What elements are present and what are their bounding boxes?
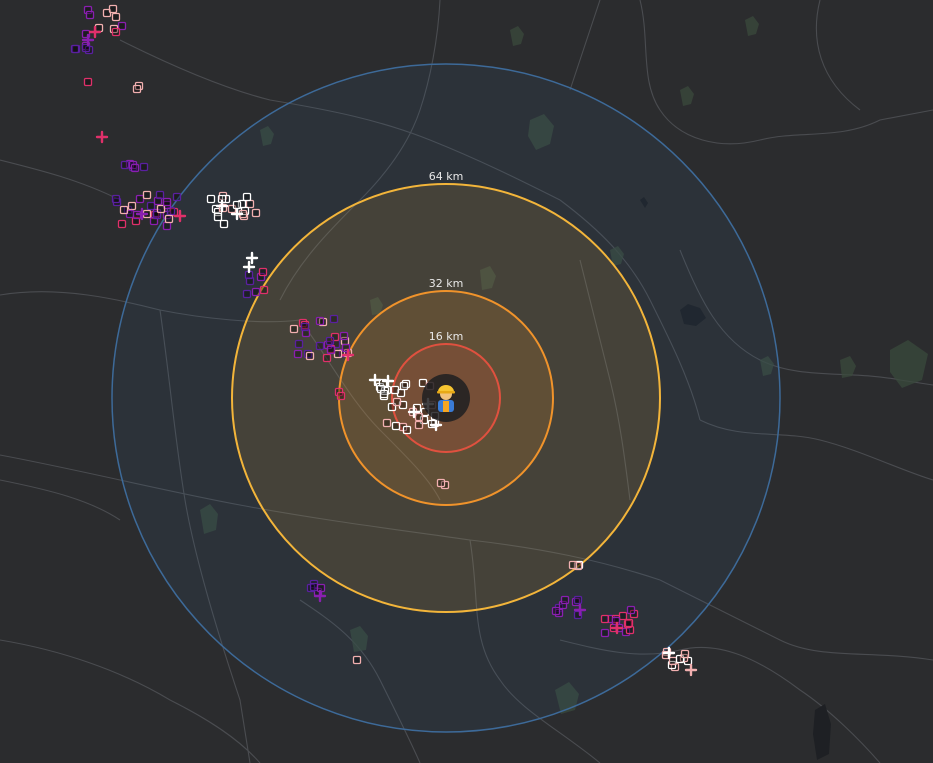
lightning-strike-marker [156, 204, 166, 214]
lightning-strike-marker [142, 190, 152, 200]
lightning-strike-marker [399, 381, 409, 391]
lightning-strike-marker [70, 44, 80, 54]
lightning-strike-marker [436, 478, 446, 488]
lightning-strike-marker [162, 221, 172, 231]
cloud-to-ground-strike-marker [684, 663, 698, 677]
water-body [813, 704, 831, 760]
range-ring-label: 64 km [429, 170, 464, 183]
lightning-strike-marker [119, 205, 129, 215]
lightning-strike-marker [242, 289, 252, 299]
map-canvas[interactable]: 16 km 32 km 64 km [0, 0, 933, 763]
road-line [0, 159, 121, 201]
road-line [569, 0, 601, 91]
vegetation-patch [510, 26, 524, 46]
lightning-strike-marker [315, 341, 325, 351]
lightning-strike-marker [402, 425, 412, 435]
lightning-strike-marker [164, 214, 174, 224]
user-location-marker[interactable] [422, 374, 470, 422]
lightning-strike-marker [242, 192, 252, 202]
lightning-strike-marker [289, 324, 299, 334]
lightning-strike-marker [206, 194, 216, 204]
lightning-strike-marker [329, 314, 339, 324]
lightning-strike-marker [600, 614, 610, 624]
lightning-strike-marker [418, 378, 428, 388]
lightning-strike-marker [120, 160, 130, 170]
road-line [639, 0, 761, 145]
road-line [759, 109, 933, 141]
lightning-strike-marker [568, 560, 578, 570]
lightning-strike-marker [135, 194, 145, 204]
lightning-strike-marker [111, 194, 121, 204]
lightning-strike-marker [132, 84, 142, 94]
lightning-strike-marker [336, 391, 346, 401]
road-line [0, 639, 261, 763]
lightning-strike-marker [560, 595, 570, 605]
cloud-to-ground-strike-marker [95, 130, 109, 144]
lightning-strike-marker [213, 212, 223, 222]
lightning-strike-marker [293, 349, 303, 359]
vegetation-patch [680, 86, 694, 106]
lightning-strike-marker [251, 287, 261, 297]
lightning-strike-marker [258, 267, 268, 277]
range-ring-label: 32 km [429, 277, 464, 290]
lightning-strike-marker [414, 420, 424, 430]
lightning-strike-marker [382, 418, 392, 428]
lightning-strike-marker [162, 197, 172, 207]
lightning-strike-marker [305, 351, 315, 361]
lightning-strike-marker [573, 595, 583, 605]
vegetation-patch [890, 340, 928, 388]
road-line [815, 0, 861, 111]
lightning-strike-marker [127, 201, 137, 211]
lightning-map[interactable]: 16 km 32 km 64 km [0, 0, 933, 763]
lightning-strike-marker [146, 201, 156, 211]
road-line [0, 479, 121, 521]
lightning-strike-marker [414, 412, 424, 422]
lightning-strike-marker [219, 219, 229, 229]
lightning-strike-marker [108, 4, 118, 14]
lightning-strike-marker [232, 200, 242, 210]
lightning-strike-marker [309, 582, 319, 592]
lightning-strike-marker [626, 605, 636, 615]
lightning-strike-marker [130, 163, 140, 173]
lightning-strike-marker [83, 77, 93, 87]
lightning-strike-marker [325, 336, 335, 346]
lightning-strike-marker [600, 628, 610, 638]
lightning-strike-marker [333, 349, 343, 359]
lightning-strike-marker [618, 611, 628, 621]
lightning-strike-marker [139, 162, 149, 172]
lightning-strike-marker [117, 219, 127, 229]
lightning-strike-marker [668, 656, 678, 666]
lightning-strike-marker [111, 12, 121, 22]
lightning-strike-marker [259, 285, 269, 295]
lightning-strike-marker [322, 353, 332, 363]
lightning-strike-marker [326, 345, 336, 355]
lightning-strike-marker [85, 10, 95, 20]
lightning-strike-marker [300, 322, 310, 332]
lightning-strike-marker [315, 316, 325, 326]
vegetation-patch [745, 16, 759, 36]
lightning-strike-marker [94, 23, 104, 33]
lightning-strike-marker [391, 421, 401, 431]
lightning-strike-marker [251, 208, 261, 218]
lightning-strike-marker [155, 190, 165, 200]
lightning-strike-marker [392, 397, 402, 407]
lightning-strike-marker [352, 655, 362, 665]
lightning-strike-marker [172, 192, 182, 202]
lightning-strike-marker [379, 389, 389, 399]
lightning-strike-marker [680, 649, 690, 659]
lightning-strike-marker [245, 199, 255, 209]
lightning-strike-marker [294, 339, 304, 349]
lightning-strike-marker [551, 606, 561, 616]
lightning-strike-marker [390, 385, 400, 395]
lightning-strike-marker [111, 27, 121, 37]
lightning-strike-marker [624, 618, 634, 628]
range-ring-label: 16 km [429, 330, 464, 343]
lightning-strike-marker [339, 331, 349, 341]
